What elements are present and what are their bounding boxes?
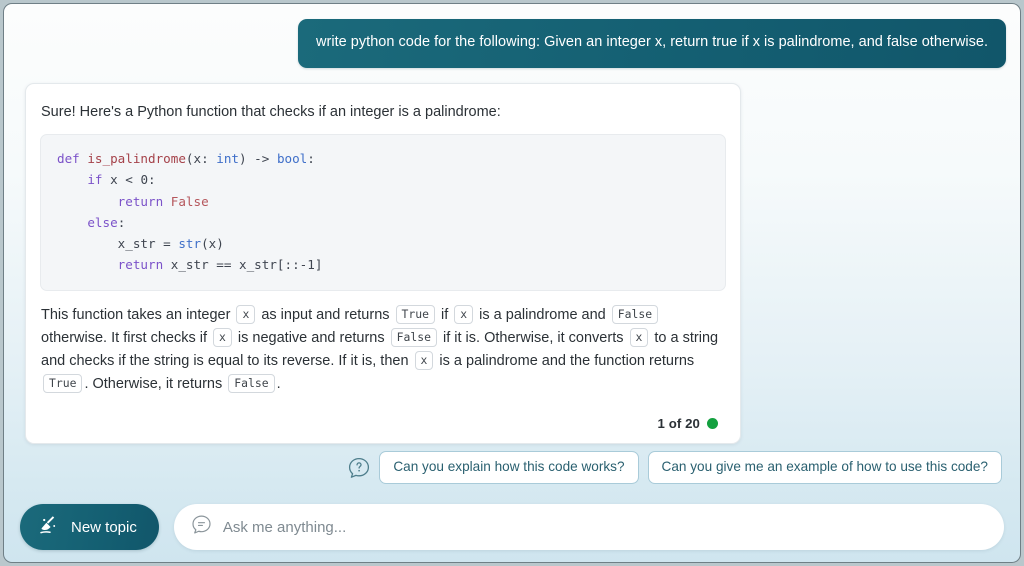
suggestion-chip-explain[interactable]: Can you explain how this code works? (379, 451, 639, 484)
code-token: False (170, 193, 209, 209)
assistant-intro-text: Sure! Here's a Python function that chec… (41, 104, 501, 120)
code-line: return False (57, 194, 209, 209)
code-token: ] (314, 257, 323, 273)
suggestions-row: Can you explain how this code works? Can… (348, 451, 1002, 484)
code-line: return x_str == x_str[::-1] (57, 257, 323, 273)
assistant-card-footer: 1 of 20 (40, 404, 726, 443)
code-line: else: (57, 215, 125, 230)
composer-input[interactable] (222, 518, 984, 536)
conversation-scroll-area[interactable]: write python code for the following: Giv… (4, 4, 1020, 492)
code-token: str (178, 236, 202, 252)
user-message-row: write python code for the following: Giv… (4, 4, 1020, 68)
code-token: bool (276, 151, 308, 166)
new-topic-label: New topic (71, 518, 137, 536)
code-token: is_palindrome (87, 151, 186, 166)
code-line: if x < 0: (57, 172, 156, 188)
broom-icon (37, 513, 61, 541)
assistant-explanation-text: This function takes an integer x as inpu… (41, 304, 719, 393)
code-token: ) -> (239, 151, 277, 166)
code-token: : (117, 214, 126, 230)
user-message-bubble: write python code for the following: Giv… (298, 19, 1006, 68)
code-token: : (148, 172, 156, 188)
inline-code-chip: x (629, 327, 649, 347)
code-token: else (87, 214, 118, 230)
code-token: return (117, 257, 164, 273)
status-dot-icon (707, 417, 718, 429)
code-token: 1 (307, 257, 315, 273)
question-speech-bubble-icon (348, 457, 370, 479)
code-token: 0 (140, 172, 149, 188)
bottom-bar: New topic (4, 492, 1020, 562)
code-token: (x: (185, 151, 217, 166)
assistant-message-card: Sure! Here's a Python function that chec… (25, 83, 741, 444)
chat-bubble-icon (191, 514, 212, 540)
code-token: def (57, 151, 88, 166)
inline-code-chip: x (236, 304, 256, 324)
suggestion-chip-example[interactable]: Can you give me an example of how to use… (647, 451, 1002, 484)
code-token: x_str == x_str[::- (163, 257, 308, 273)
code-line: x_str = str(x) (57, 236, 224, 251)
code-line: def is_palindrome(x: int) -> bool: (57, 151, 315, 166)
inline-code-chip: True (43, 373, 83, 393)
code-token: int (216, 151, 240, 166)
inline-code-chip: False (390, 327, 437, 347)
code-token: return (117, 193, 164, 209)
assistant-message-row: Sure! Here's a Python function that chec… (4, 68, 1020, 444)
inline-code-chip: x (454, 304, 474, 324)
code-token: : (307, 151, 315, 166)
inline-code-chip: x (213, 327, 232, 347)
page-counter: 1 of 20 (657, 415, 700, 431)
code-token: if (87, 172, 103, 188)
code-block[interactable]: def is_palindrome(x: int) -> bool: if x … (40, 134, 726, 291)
new-topic-button[interactable]: New topic (20, 504, 159, 550)
inline-code-chip: True (395, 304, 435, 324)
code-token: (x) (201, 236, 224, 252)
inline-code-chip: False (611, 304, 659, 324)
inline-code-chip: False (228, 373, 275, 393)
inline-code-chip: x (414, 350, 434, 370)
code-token: x_str = (57, 236, 179, 252)
chat-app-window: write python code for the following: Giv… (3, 3, 1021, 563)
code-token: x < (102, 172, 141, 188)
composer[interactable] (173, 504, 1004, 550)
